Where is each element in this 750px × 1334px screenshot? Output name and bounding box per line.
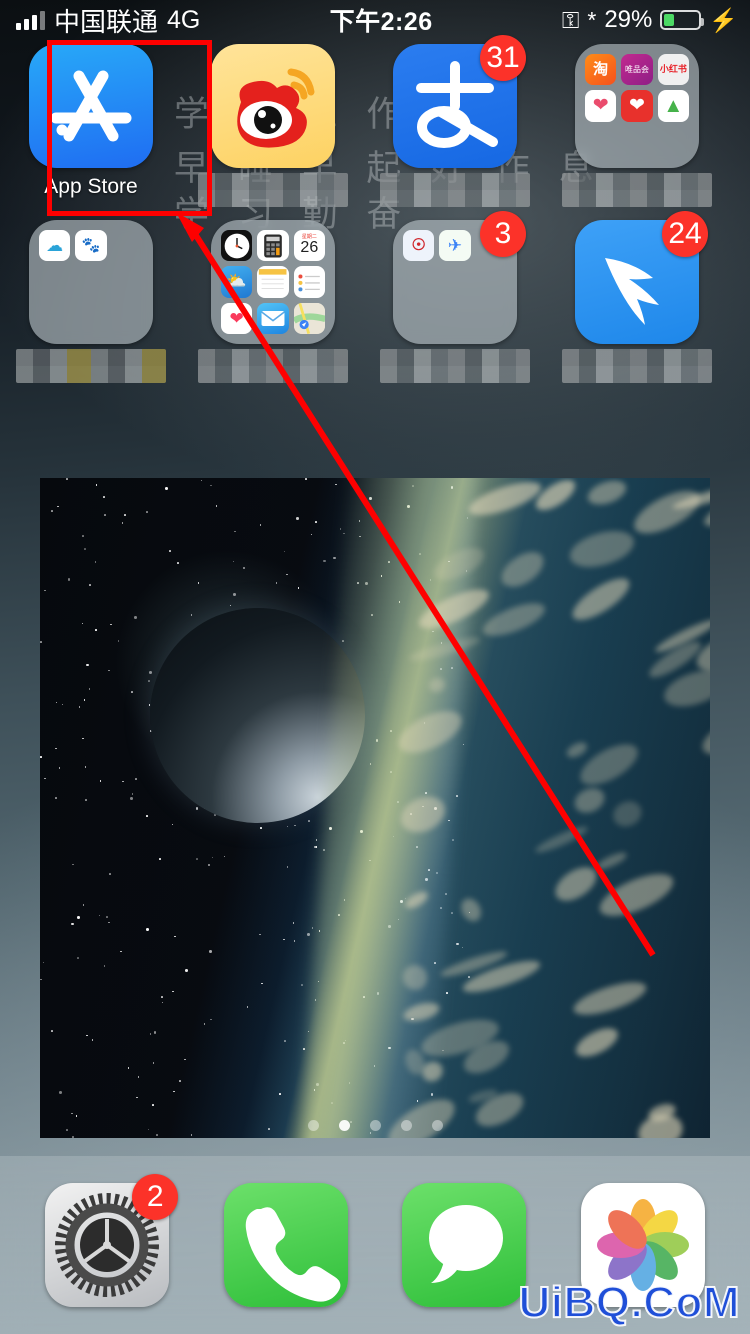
page-dot[interactable] <box>307 1120 319 1131</box>
mini-icon-heart-pink: ❤ <box>585 90 617 122</box>
dock-item-settings[interactable]: 2 <box>45 1174 179 1307</box>
mini-icon-clock <box>221 230 253 262</box>
mini-icon-plane: ✈ <box>439 230 471 262</box>
page-dot[interactable] <box>369 1120 381 1131</box>
app-cell-cloud-folder[interactable]: ☁ 🐾 <box>5 220 177 396</box>
mini-icon-empty <box>112 266 143 297</box>
mini-icon-calculator <box>257 230 289 262</box>
dock-item-phone[interactable] <box>223 1183 348 1307</box>
battery-icon <box>660 10 705 30</box>
weibo-icon[interactable] <box>211 44 335 168</box>
mini-icon-empty <box>585 127 616 158</box>
app-cell-shopping-folder[interactable]: 淘 唯品会 小红书 ❤ ❤ ▲ <box>551 44 723 220</box>
mini-icon-baidu: 🐾 <box>75 230 107 262</box>
page-dot[interactable] <box>431 1120 443 1131</box>
app-label-censored <box>562 173 712 207</box>
mini-icon-health: ❤ <box>221 302 253 334</box>
mini-icon-cloud: ☁ <box>39 230 71 262</box>
speech-bubble-icon[interactable] <box>402 1183 527 1307</box>
mini-icon-reminders <box>293 266 325 298</box>
page-dot[interactable] <box>400 1120 412 1131</box>
app-cell-alipay[interactable]: 31 <box>369 35 541 220</box>
shopping-folder-icon[interactable]: 淘 唯品会 小红书 ❤ ❤ ▲ <box>575 44 699 168</box>
mini-icon-maps <box>293 302 325 334</box>
mini-icon-empty <box>112 303 143 334</box>
mini-icon-empty <box>403 303 434 334</box>
app-cell-utilities-folder[interactable]: 星期二 26 ⛅ ❤ <box>187 220 359 396</box>
battery-percent: 29% <box>604 6 653 33</box>
mini-icon-weather: ⛅ <box>221 266 253 298</box>
status-bar-clock: 下午2:26 <box>329 8 433 36</box>
iphone-home-screen: 学 习 工 作 PS 早 睡 早 起 好 作 息 学 习 勤 奋 中国联通 4G… <box>0 0 750 1334</box>
page-indicator-dots[interactable] <box>0 1120 750 1131</box>
rotation-lock-icon: ⚿ <box>561 6 580 33</box>
mini-icon-empty <box>75 303 106 334</box>
app-row: ☁ 🐾 星期二 26 ⛅ ❤ ☉ ✈ 3 24 <box>0 211 750 396</box>
mini-icon-empty <box>476 303 507 334</box>
cloud-folder-icon[interactable]: ☁ 🐾 <box>29 220 153 344</box>
signal-bars-icon <box>16 10 45 30</box>
mini-icon-heart-red: ❤ <box>621 90 653 122</box>
lightning-bolt-icon: ⚡ <box>709 6 738 33</box>
badge-count: 3 <box>480 211 526 257</box>
badge-count: 31 <box>480 35 526 81</box>
bluetooth-icon: * <box>587 6 597 33</box>
mini-icon-empty <box>39 266 70 297</box>
mini-icon-empty <box>439 303 470 334</box>
carrier-name: 中国联通 <box>54 7 159 38</box>
app-cell-weibo[interactable] <box>187 44 359 220</box>
utilities-folder-icon[interactable]: 星期二 26 ⛅ ❤ <box>211 220 335 344</box>
mini-icon-empty <box>621 127 652 158</box>
mini-icon-empty <box>439 266 470 297</box>
badge-count: 24 <box>662 211 708 257</box>
network-type: 4G <box>167 5 201 34</box>
mini-icon-xiaohongshu: 小红书 <box>657 54 689 86</box>
mini-icon-mountain: ▲ <box>657 90 689 122</box>
status-bar: 中国联通 4G 下午2:26 ⚿ * 29% ⚡ <box>0 0 750 40</box>
badge-count: 2 <box>132 1174 179 1220</box>
app-store-icon[interactable] <box>29 44 153 168</box>
site-watermark: UiBQ.CoM <box>517 1277 740 1328</box>
app-label-censored <box>198 173 348 207</box>
app-grid: App Store 31 淘 唯品会 小红书 ❤ ❤ ▲ ☁ 🐾 星期二 26 … <box>0 35 750 396</box>
app-cell-travel-folder[interactable]: ☉ ✈ 3 <box>369 211 541 396</box>
mini-icon-empty <box>658 127 689 158</box>
app-cell-dingtalk[interactable]: 24 <box>551 211 723 396</box>
mini-icon-empty <box>75 266 106 297</box>
app-label-censored <box>16 349 166 383</box>
mini-icon-railway: ☉ <box>403 230 435 262</box>
mini-icon-empty <box>476 266 507 297</box>
mini-icon-mail <box>257 302 289 334</box>
mini-icon-calendar: 星期二 26 <box>293 230 325 262</box>
mini-icon-empty <box>112 230 143 261</box>
page-dot[interactable] <box>338 1120 350 1131</box>
phone-handset-icon[interactable] <box>223 1183 348 1307</box>
mini-icon-taobao: 淘 <box>585 54 617 86</box>
mini-icon-empty <box>403 266 434 297</box>
app-cell-app-store[interactable]: App Store <box>5 44 177 220</box>
app-label-censored <box>380 173 530 207</box>
app-label-censored <box>562 349 712 383</box>
app-row: App Store 31 淘 唯品会 小红书 ❤ ❤ ▲ <box>0 35 750 220</box>
earth-from-orbit-with-moon-photo <box>40 478 710 1138</box>
mini-icon-notes <box>257 266 289 298</box>
mini-icon-empty <box>39 303 70 334</box>
app-label: App Store <box>44 175 138 198</box>
mini-icon-vip: 唯品会 <box>621 54 653 86</box>
dock-item-messages[interactable] <box>402 1183 527 1307</box>
app-label-censored <box>198 349 348 383</box>
app-label-censored <box>380 349 530 383</box>
